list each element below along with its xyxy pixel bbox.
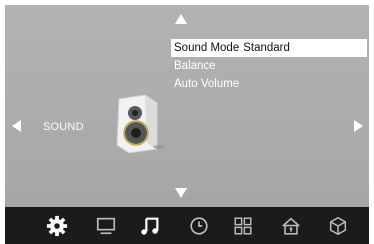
speaker-icon (116, 94, 165, 154)
gear-icon (46, 215, 68, 237)
grid-icon (234, 217, 252, 235)
tab-setup[interactable] (44, 213, 70, 239)
menu-item-sound-mode[interactable]: Sound Mode Standard (171, 39, 367, 57)
balance-label: Balance (174, 60, 216, 72)
section-title: SOUND (43, 121, 84, 133)
menu-item-auto-volume[interactable]: Auto Volume (171, 75, 367, 93)
cube-icon (329, 217, 347, 235)
tab-lock[interactable] (278, 213, 304, 239)
arrow-down-icon[interactable] (175, 188, 187, 198)
monitor-icon (96, 217, 116, 235)
arrow-right-icon[interactable] (354, 120, 363, 132)
music-note-icon (141, 217, 159, 235)
sound-mode-label: Sound Mode (174, 42, 240, 54)
tab-time[interactable] (186, 213, 212, 239)
arrow-left-icon[interactable] (12, 120, 21, 132)
tab-picture[interactable] (93, 213, 119, 239)
sound-mode-value: Standard (243, 42, 290, 54)
auto-volume-label: Auto Volume (174, 78, 240, 90)
arrow-up-icon[interactable] (175, 14, 187, 24)
category-tab-bar (5, 207, 369, 244)
lock-icon (282, 217, 300, 235)
tab-sound[interactable] (137, 213, 163, 239)
osd-menu-panel: SOUND Sound Mode Standard Balance Auto Vo… (5, 5, 369, 207)
tab-channel[interactable] (230, 213, 256, 239)
menu-item-balance[interactable]: Balance (171, 57, 367, 75)
tab-app[interactable] (325, 213, 351, 239)
sound-settings-menu: Sound Mode Standard Balance Auto Volume (171, 39, 367, 93)
clock-icon (190, 217, 208, 235)
